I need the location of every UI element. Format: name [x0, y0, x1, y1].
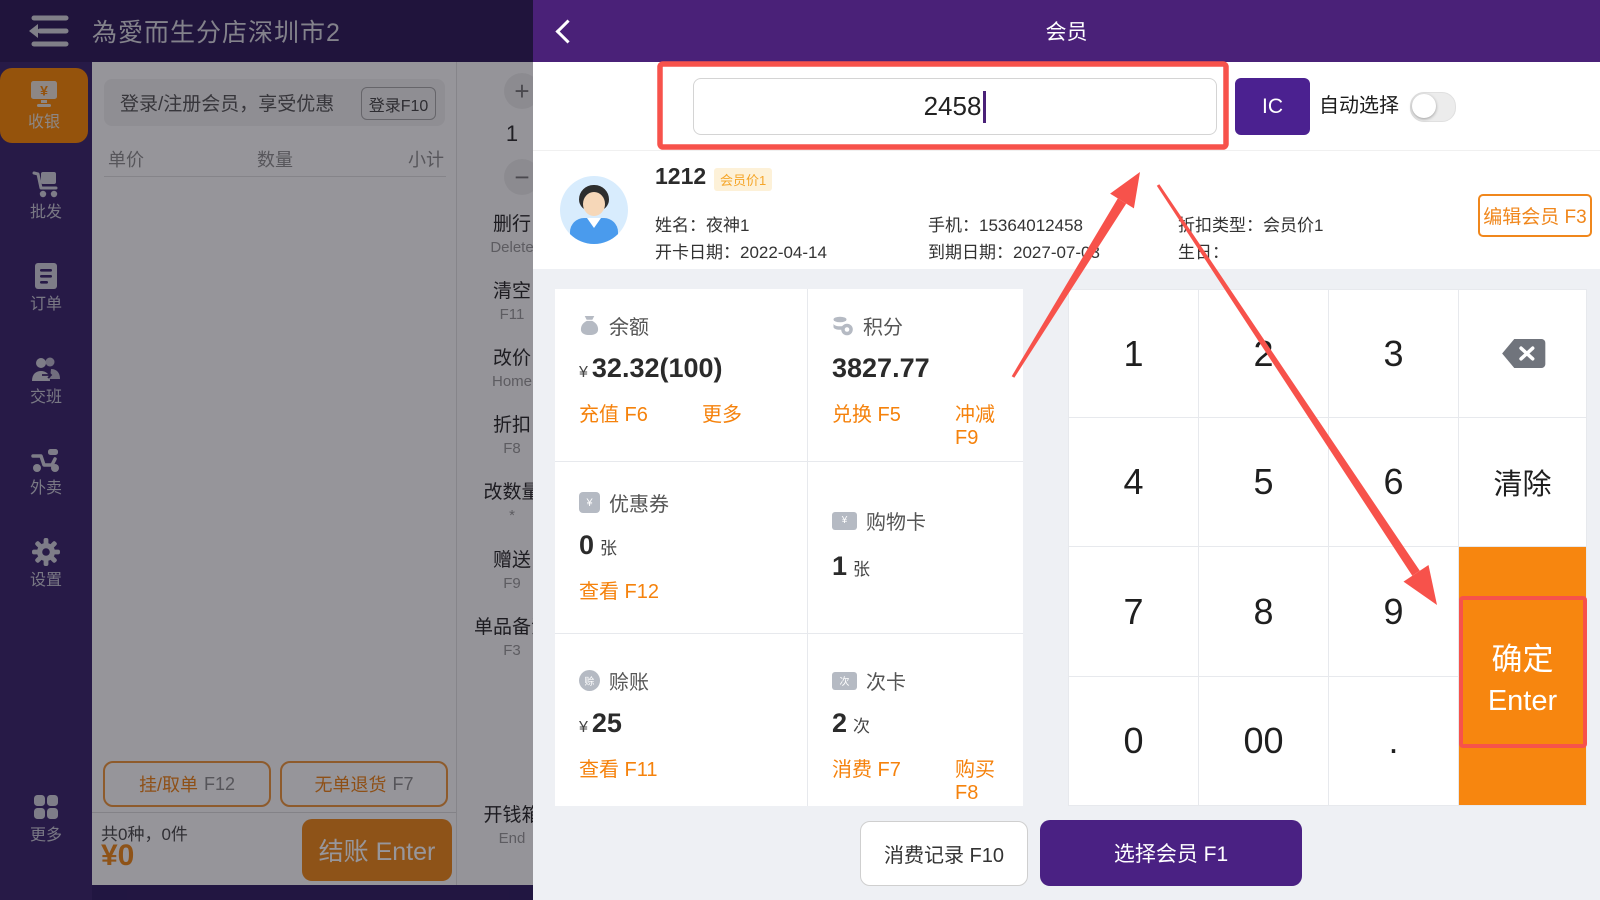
numpad-key-2[interactable]: 2: [1199, 290, 1329, 418]
numpad-confirm-enter-button[interactable]: 确定 Enter: [1459, 547, 1586, 805]
buy-link[interactable]: 购买 F8: [955, 753, 1023, 805]
view-credit-link[interactable]: 查看 F11: [579, 759, 658, 781]
credit-label: 赊账: [609, 666, 649, 695]
credit-icon: 赊: [579, 670, 600, 691]
balance-card: 余额 ¥32.32(100) 充值 F6 更多: [555, 289, 808, 462]
member-birthday: 生日：: [1178, 238, 1229, 263]
text-caret: [983, 91, 986, 123]
coins-icon: [832, 315, 854, 336]
search-value: 2458: [924, 91, 982, 122]
member-info-row: 1212 会员价1 姓名：夜神1 手机：15364012458 折扣类型：会员价…: [533, 150, 1600, 269]
auto-select-toggle[interactable]: [1410, 92, 1456, 122]
balance-value: ¥32.32(100): [579, 353, 807, 384]
numpad-key-7[interactable]: 7: [1069, 547, 1199, 677]
member-id: 1212: [655, 163, 706, 190]
member-open-date: 开卡日期：2022-04-14: [655, 238, 827, 263]
balance-label: 余额: [609, 311, 649, 340]
view-coupons-link[interactable]: 查看 F12: [579, 581, 659, 603]
numpad-key-5[interactable]: 5: [1199, 418, 1329, 547]
redeem-link[interactable]: 兑换 F5: [832, 404, 901, 426]
numpad: 1 2 3 4 5 6 清除 7 8 9 确定 Enter 0 00 .: [1068, 289, 1587, 806]
ic-card-button[interactable]: IC: [1235, 78, 1310, 135]
coupons-card: ¥ 优惠券 0张 查看 F12: [555, 462, 808, 634]
coupons-label: 优惠券: [609, 488, 669, 517]
points-value: 3827.77: [832, 353, 1023, 384]
points-card: 积分 3827.77 兑换 F5 冲减 F9: [808, 289, 1023, 462]
numpad-clear-button[interactable]: 清除: [1459, 418, 1586, 547]
numpad-key-6[interactable]: 6: [1329, 418, 1459, 547]
points-label: 积分: [863, 311, 903, 340]
balance-more-link[interactable]: 更多: [702, 398, 742, 427]
member-level-badge: 会员价1: [714, 168, 772, 191]
member-dialog: 会员 2458 IC 自动选择 1212 会员价1 姓名：夜神1 手机：1536: [533, 0, 1600, 900]
credit-value: ¥25: [579, 708, 807, 739]
modal-dim-overlay: [0, 0, 533, 900]
consume-link[interactable]: 消费 F7: [832, 759, 901, 781]
edit-member-button[interactable]: 编辑会员 F3: [1478, 194, 1592, 237]
numpad-key-8[interactable]: 8: [1199, 547, 1329, 677]
member-search-row: 2458 IC 自动选择: [533, 62, 1600, 150]
numpad-key-9[interactable]: 9: [1329, 547, 1459, 677]
toggle-knob: [1412, 94, 1436, 118]
member-avatar: [560, 176, 628, 244]
shopping-card-icon: ¥: [832, 512, 857, 530]
numpad-key-3[interactable]: 3: [1329, 290, 1459, 418]
numpad-backspace-button[interactable]: [1459, 290, 1586, 418]
shopping-card-card: ¥ 购物卡 1张: [808, 462, 1023, 634]
dialog-title: 会员: [1046, 16, 1088, 46]
purchase-history-button[interactable]: 消费记录 F10: [860, 821, 1028, 886]
dialog-header: 会员: [533, 0, 1600, 62]
shopping-card-label: 购物卡: [866, 506, 926, 535]
member-phone: 手机：15364012458: [928, 211, 1083, 236]
backspace-icon: [1499, 337, 1547, 370]
times-card-label: 次卡: [866, 666, 906, 695]
pos-screen: 為愛而生分店深圳市2 ¥ 收银 批发: [0, 0, 1600, 900]
numpad-key-00[interactable]: 00: [1199, 677, 1329, 805]
coupon-icon: ¥: [579, 492, 600, 513]
times-card-value: 2次: [832, 708, 1023, 739]
numpad-key-1[interactable]: 1: [1069, 290, 1199, 418]
select-member-button[interactable]: 选择会员 F1: [1040, 820, 1302, 886]
member-search-input[interactable]: 2458: [693, 78, 1217, 135]
member-expire-date: 到期日期：2027-07-03: [928, 238, 1100, 263]
member-name: 姓名：夜神1: [655, 211, 749, 236]
credit-card: 赊 赊账 ¥25 查看 F11: [555, 634, 808, 806]
recharge-link[interactable]: 充值 F6: [579, 404, 648, 426]
numpad-key-4[interactable]: 4: [1069, 418, 1199, 547]
member-discount-type: 折扣类型：会员价1: [1178, 211, 1323, 236]
back-icon[interactable]: [555, 19, 579, 43]
times-card-icon: 次: [832, 672, 857, 690]
coupons-value: 0张: [579, 530, 807, 561]
deduct-link[interactable]: 冲减 F9: [955, 398, 1023, 450]
numpad-key-0[interactable]: 0: [1069, 677, 1199, 805]
auto-select-label: 自动选择: [1319, 62, 1399, 150]
times-card-card: 次 次卡 2次 消费 F7 购买 F8: [808, 634, 1023, 806]
shopping-card-value: 1张: [832, 551, 1023, 582]
numpad-key-dot[interactable]: .: [1329, 677, 1459, 805]
money-bag-icon: [579, 315, 600, 336]
